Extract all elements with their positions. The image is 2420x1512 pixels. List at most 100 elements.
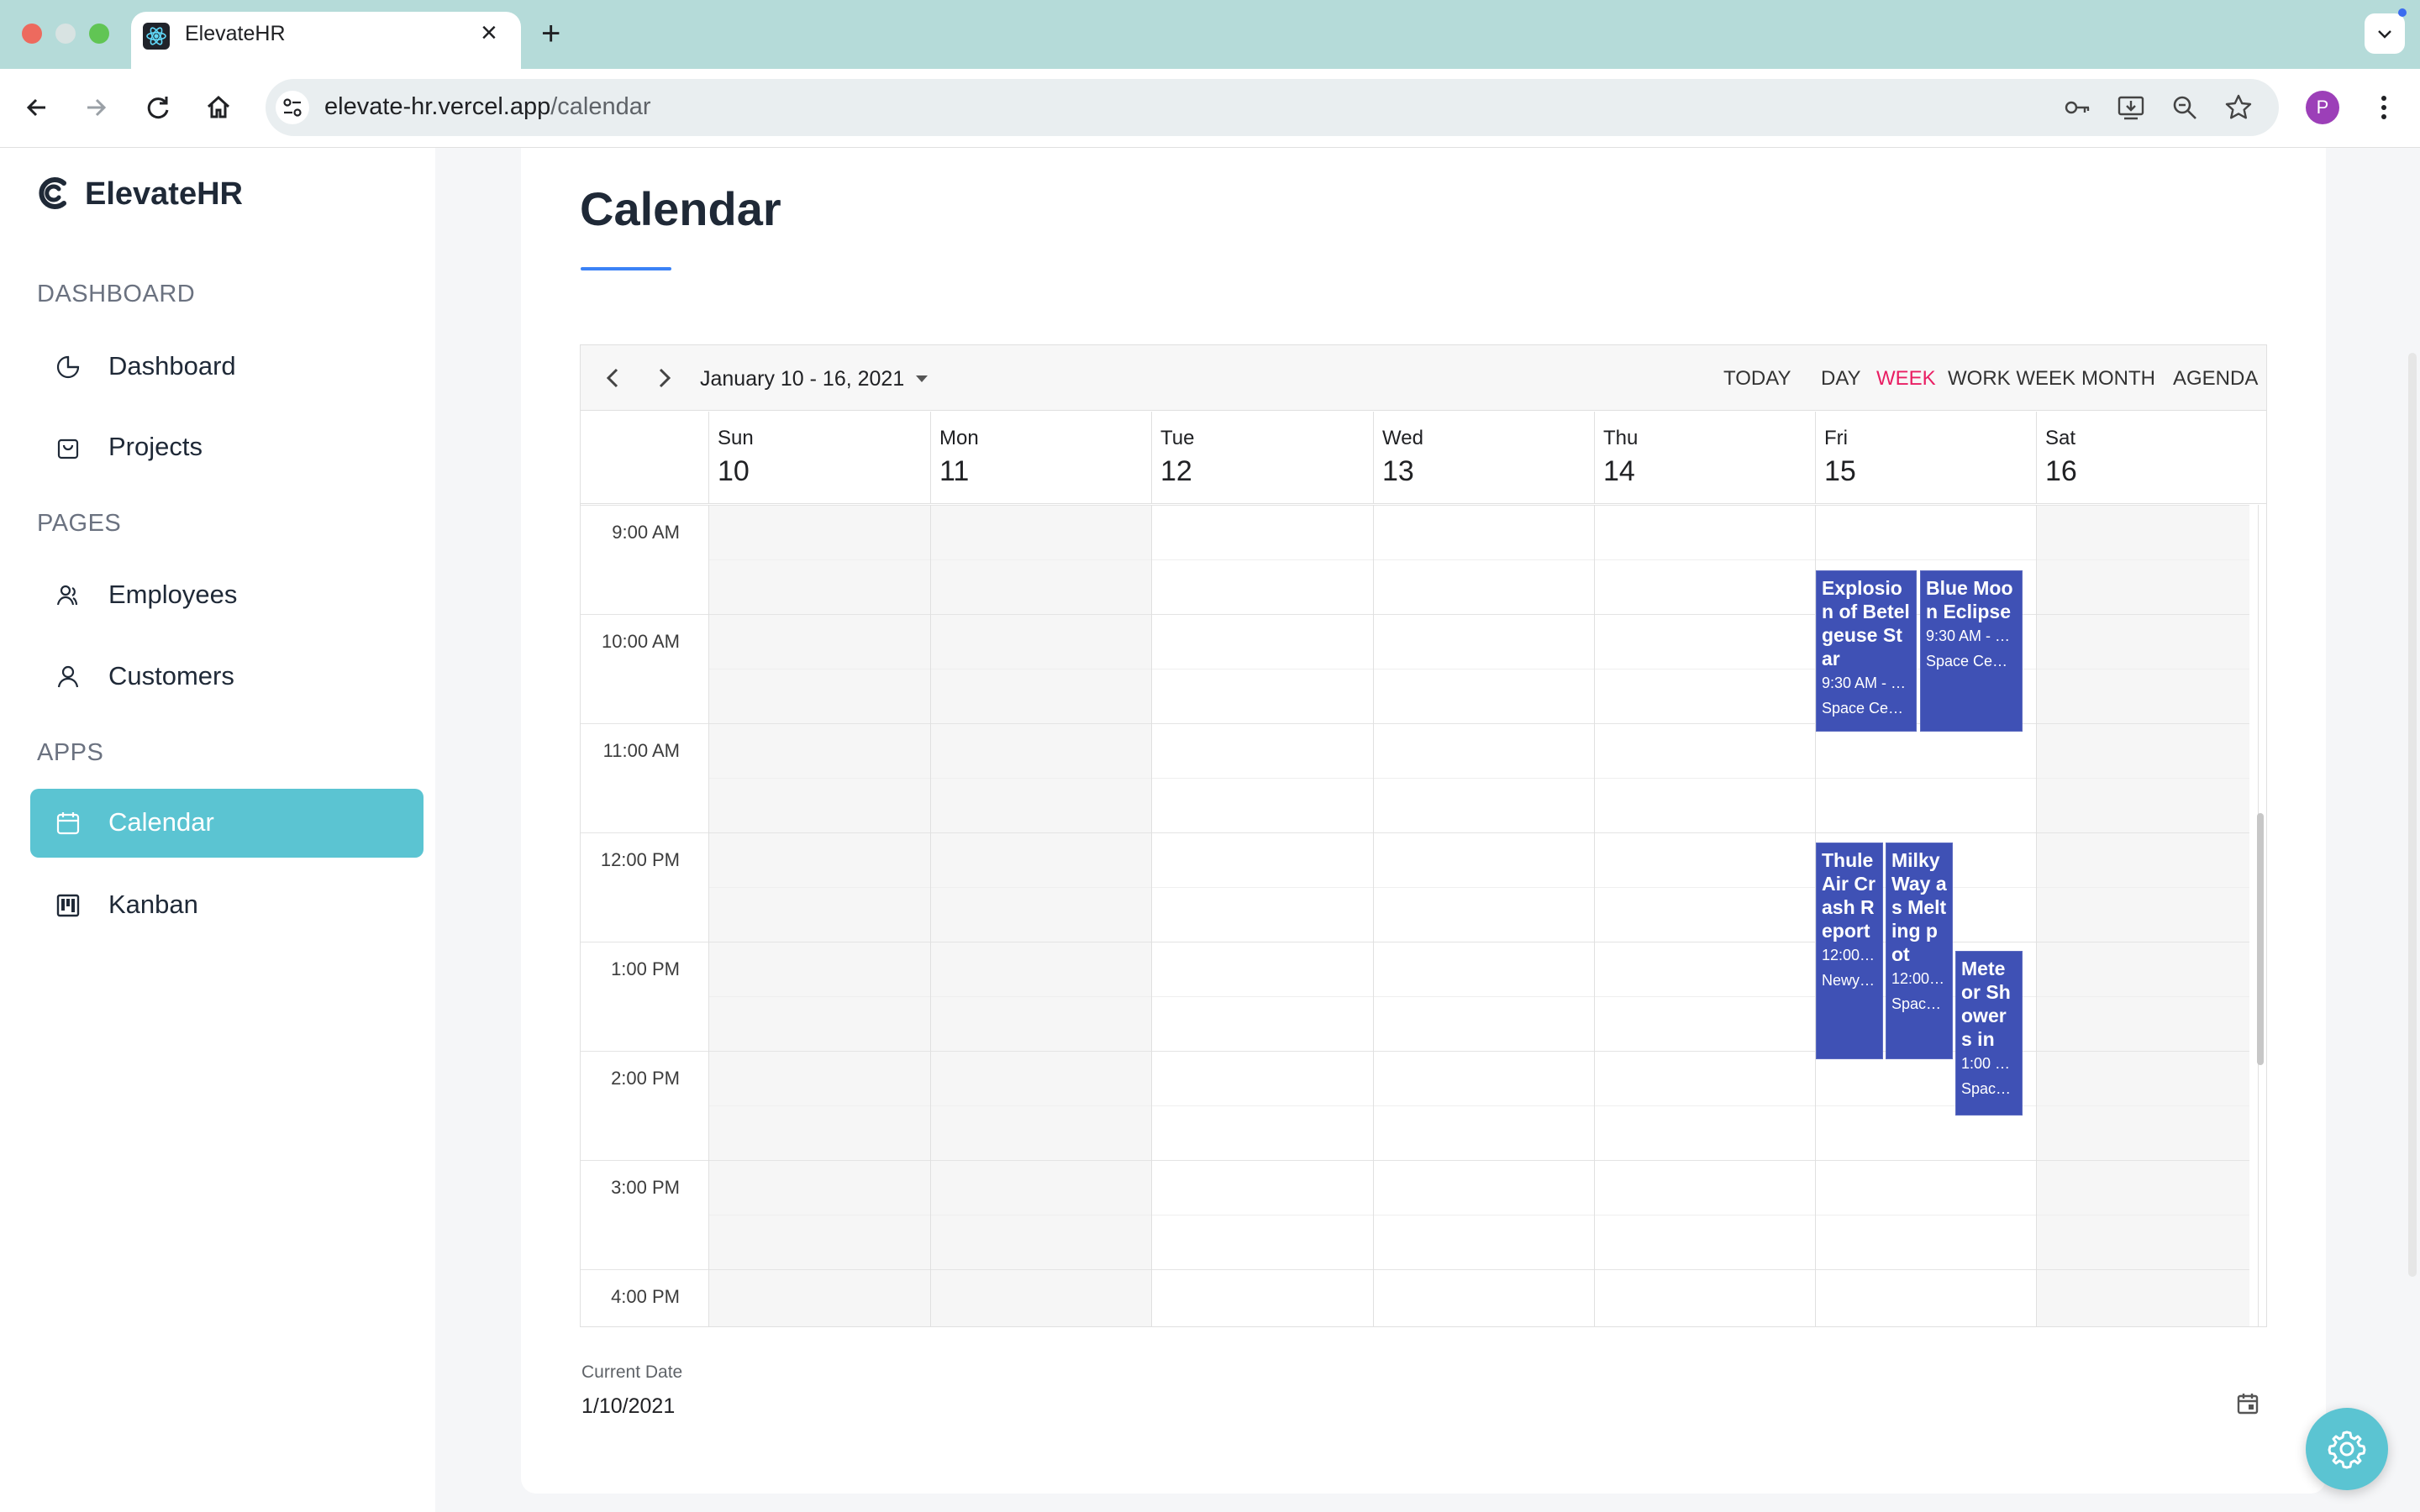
install-app-icon[interactable] bbox=[2116, 92, 2146, 123]
chevron-down-icon bbox=[2378, 30, 2391, 39]
window-close-button[interactable] bbox=[22, 24, 42, 44]
day-header-wed[interactable]: Wed 13 bbox=[1373, 412, 1594, 504]
day-name: Sun bbox=[718, 427, 754, 449]
half-hour-line bbox=[708, 887, 2249, 888]
url-text[interactable]: elevate-hr.vercel.app/calendar bbox=[324, 93, 651, 121]
sidebar-item-label: Dashboard bbox=[108, 351, 236, 381]
new-tab-button[interactable]: + bbox=[541, 15, 560, 52]
scheduler: January 10 - 16, 2021 TODAY DAY WEEK WOR… bbox=[580, 344, 2267, 1327]
pie-chart-icon bbox=[56, 355, 80, 379]
sidebar-item-employees[interactable]: Employees bbox=[30, 561, 424, 630]
day-date: 16 bbox=[2045, 455, 2077, 487]
view-month-button[interactable]: MONTH bbox=[2081, 367, 2155, 391]
appointment-location: Space Ce… bbox=[1822, 700, 1904, 717]
shopping-bag-icon bbox=[57, 438, 79, 459]
day-header-mon[interactable]: Mon 11 bbox=[930, 412, 1151, 504]
page-title: Calendar bbox=[580, 182, 781, 235]
day-name: Fri bbox=[1824, 427, 1848, 449]
tab-search-button[interactable] bbox=[2365, 13, 2405, 54]
hour-line bbox=[581, 505, 2249, 506]
column-divider bbox=[1373, 505, 1374, 1326]
sidebar-item-projects[interactable]: Projects bbox=[30, 413, 424, 482]
window-minimize-button[interactable] bbox=[55, 24, 76, 44]
users-icon bbox=[56, 585, 78, 606]
tab-title: ElevateHR bbox=[185, 22, 286, 45]
browser-menu-icon[interactable] bbox=[2371, 91, 2396, 124]
back-icon[interactable] bbox=[20, 91, 54, 124]
half-hour-line bbox=[708, 559, 2249, 560]
reload-icon[interactable] bbox=[141, 91, 175, 124]
sidebar-item-calendar[interactable]: Calendar bbox=[30, 789, 424, 858]
appointment-title: Meteor Showers in bbox=[1961, 958, 2011, 1050]
forward-icon[interactable] bbox=[79, 91, 113, 124]
day-header-thu[interactable]: Thu 14 bbox=[1594, 412, 1815, 504]
settings-button[interactable] bbox=[2306, 1408, 2388, 1490]
current-date-label: Current Date bbox=[581, 1362, 683, 1382]
appointment-card[interactable]: Explosion of Betelgeuse Star 9:30 AM - …… bbox=[1816, 570, 1917, 732]
site-settings-icon[interactable] bbox=[276, 91, 309, 124]
appointment-title: Thule Air Crash Report bbox=[1822, 849, 1876, 942]
appointment-time: 12:00… bbox=[1891, 970, 1945, 987]
day-date: 15 bbox=[1824, 455, 1856, 487]
time-label: 10:00 AM bbox=[602, 631, 680, 652]
tab-close-icon[interactable]: × bbox=[481, 18, 497, 47]
day-header-fri[interactable]: Fri 15 bbox=[1815, 412, 2036, 504]
view-week-button[interactable]: WEEK bbox=[1876, 367, 1936, 391]
day-header-tue[interactable]: Tue 12 bbox=[1151, 412, 1373, 504]
appointment-time: 12:00… bbox=[1822, 947, 1876, 963]
appointment-card[interactable]: Thule Air Crash Report 12:00… Newy… bbox=[1816, 843, 1883, 1059]
password-key-icon[interactable] bbox=[2062, 92, 2092, 123]
home-icon[interactable] bbox=[202, 91, 235, 124]
brand-name[interactable]: ElevateHR bbox=[85, 176, 243, 213]
view-agenda-button[interactable]: AGENDA bbox=[2173, 367, 2258, 391]
calendar-icon bbox=[56, 812, 80, 835]
next-week-icon[interactable] bbox=[646, 360, 681, 396]
day-date: 13 bbox=[1382, 455, 1414, 487]
appointment-card[interactable]: Milky Way as Melting pot 12:00… Spac… bbox=[1886, 843, 1953, 1059]
date-range-button[interactable]: January 10 - 16, 2021 bbox=[700, 367, 904, 391]
sidebar-item-customers[interactable]: Customers bbox=[30, 643, 424, 711]
appointment-time: 9:30 AM - … bbox=[1822, 675, 1907, 691]
profile-avatar[interactable]: P bbox=[2306, 91, 2339, 124]
current-date-input[interactable]: 1/10/2021 bbox=[581, 1394, 675, 1419]
day-column-mon[interactable] bbox=[930, 505, 1151, 1326]
day-date: 10 bbox=[718, 455, 750, 487]
scheduler-grid[interactable]: 9:00 AM 10:00 AM 11:00 AM 12:00 PM 1:00 … bbox=[581, 505, 2266, 1326]
day-header-sat[interactable]: Sat 16 bbox=[2036, 412, 2258, 504]
column-divider bbox=[1151, 505, 1152, 1326]
section-label-pages: PAGES bbox=[37, 510, 122, 537]
page-scrollbar[interactable] bbox=[2408, 353, 2417, 1277]
day-header-sun[interactable]: Sun 10 bbox=[708, 412, 930, 504]
half-hour-line bbox=[708, 778, 2249, 779]
scheduler-day-header: Sun 10 Mon 11 Tue 12 Wed 13 Thu 14 Fri 15 Sat 1… bbox=[581, 412, 2266, 504]
caret-down-icon[interactable] bbox=[913, 370, 930, 387]
date-picker-icon[interactable] bbox=[2235, 1391, 2260, 1416]
appointment-card[interactable]: Meteor Showers in 1:00 … Spac… bbox=[1955, 951, 2023, 1116]
time-label: 4:00 PM bbox=[611, 1286, 680, 1307]
appointment-location: Spac… bbox=[1891, 995, 1942, 1012]
window-zoom-button[interactable] bbox=[89, 24, 109, 44]
view-day-button[interactable]: DAY bbox=[1821, 367, 1861, 391]
scheduler-toolbar: January 10 - 16, 2021 TODAY DAY WEEK WOR… bbox=[581, 345, 2266, 411]
zoom-icon[interactable] bbox=[2170, 92, 2200, 123]
section-label-apps: APPS bbox=[37, 739, 104, 766]
previous-week-icon[interactable] bbox=[596, 360, 631, 396]
sidebar-item-dashboard[interactable]: Dashboard bbox=[30, 333, 424, 402]
scheduler-scrollbar[interactable] bbox=[2257, 813, 2264, 1065]
day-column-thu[interactable] bbox=[1594, 505, 1815, 1326]
kanban-icon bbox=[56, 894, 80, 917]
notification-dot bbox=[2398, 8, 2407, 17]
day-column-sat[interactable] bbox=[2036, 505, 2249, 1326]
appointment-title: Blue Moon Eclipse bbox=[1926, 577, 2013, 622]
day-column-wed[interactable] bbox=[1373, 505, 1594, 1326]
time-label: 9:00 AM bbox=[612, 522, 680, 543]
today-button[interactable]: TODAY bbox=[1723, 367, 1791, 391]
time-label: 11:00 AM bbox=[602, 740, 680, 761]
column-divider bbox=[708, 505, 709, 1326]
day-column-tue[interactable] bbox=[1151, 505, 1373, 1326]
view-work-week-button[interactable]: WORK WEEK bbox=[1948, 367, 2075, 391]
sidebar-item-kanban[interactable]: Kanban bbox=[30, 871, 424, 940]
appointment-card[interactable]: Blue Moon Eclipse 9:30 AM - … Space Ce… bbox=[1920, 570, 2023, 732]
bookmark-star-icon[interactable] bbox=[2223, 92, 2254, 123]
day-column-sun[interactable] bbox=[708, 505, 930, 1326]
